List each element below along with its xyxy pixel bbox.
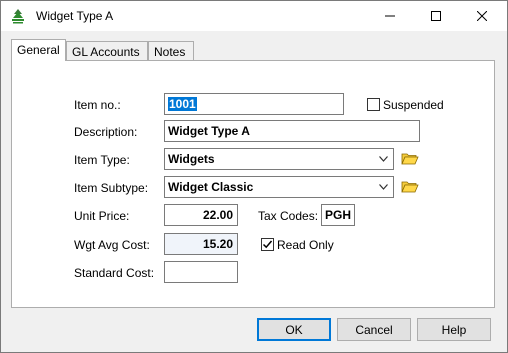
title-bar[interactable]: Widget Type A	[1, 1, 507, 31]
dialog-window: Widget Type A General GL Accounts Notes …	[0, 0, 508, 353]
cancel-button[interactable]: Cancel	[337, 318, 411, 341]
wgt-avg-cost-label: Wgt Avg Cost:	[74, 238, 150, 252]
maximize-button[interactable]	[413, 1, 459, 31]
read-only-label: Read Only	[277, 238, 334, 252]
tax-codes-input[interactable]: PGH	[321, 204, 355, 226]
tab-general[interactable]: General	[11, 39, 66, 61]
window-title: Widget Type A	[36, 9, 114, 23]
chevron-down-icon[interactable]	[375, 178, 392, 196]
minimize-button[interactable]	[367, 1, 413, 31]
item-subtype-folder-button[interactable]	[400, 177, 420, 197]
read-only-checkbox[interactable]	[261, 238, 274, 251]
item-no-value: 1001	[168, 97, 197, 111]
tab-gl-accounts[interactable]: GL Accounts	[66, 41, 148, 60]
chevron-down-icon[interactable]	[375, 150, 392, 168]
item-no-input[interactable]: 1001	[164, 93, 344, 115]
item-type-select[interactable]: Widgets	[164, 148, 394, 170]
folder-open-icon	[401, 181, 419, 193]
help-button[interactable]: Help	[417, 318, 491, 341]
tax-codes-label: Tax Codes:	[258, 209, 319, 223]
unit-price-input[interactable]: 22.00	[164, 204, 238, 226]
item-type-value: Widgets	[168, 152, 215, 166]
wgt-avg-cost-input[interactable]: 15.20	[164, 233, 238, 255]
checkmark-icon	[263, 240, 272, 249]
standard-cost-input[interactable]	[164, 261, 238, 283]
suspended-checkbox[interactable]	[367, 98, 380, 111]
item-type-label: Item Type:	[74, 153, 130, 167]
description-input[interactable]: Widget Type A	[164, 120, 420, 142]
item-no-label: Item no.:	[74, 98, 121, 112]
close-icon	[477, 11, 487, 21]
minimize-icon	[385, 15, 395, 17]
standard-cost-label: Standard Cost:	[74, 266, 155, 280]
unit-price-label: Unit Price:	[74, 209, 130, 223]
maximize-icon	[431, 11, 441, 21]
tab-notes[interactable]: Notes	[148, 41, 194, 60]
item-subtype-label: Item Subtype:	[74, 181, 149, 195]
ok-button[interactable]: OK	[257, 318, 331, 341]
general-panel: Item no.: 1001 Suspended Description: Wi…	[11, 60, 495, 308]
suspended-label: Suspended	[383, 98, 444, 112]
close-button[interactable]	[459, 1, 505, 31]
folder-open-icon	[401, 153, 419, 165]
item-subtype-value: Widget Classic	[168, 180, 254, 194]
description-label: Description:	[74, 125, 138, 139]
item-type-folder-button[interactable]	[400, 149, 420, 169]
item-subtype-select[interactable]: Widget Classic	[164, 176, 394, 198]
tree-icon	[10, 8, 26, 24]
